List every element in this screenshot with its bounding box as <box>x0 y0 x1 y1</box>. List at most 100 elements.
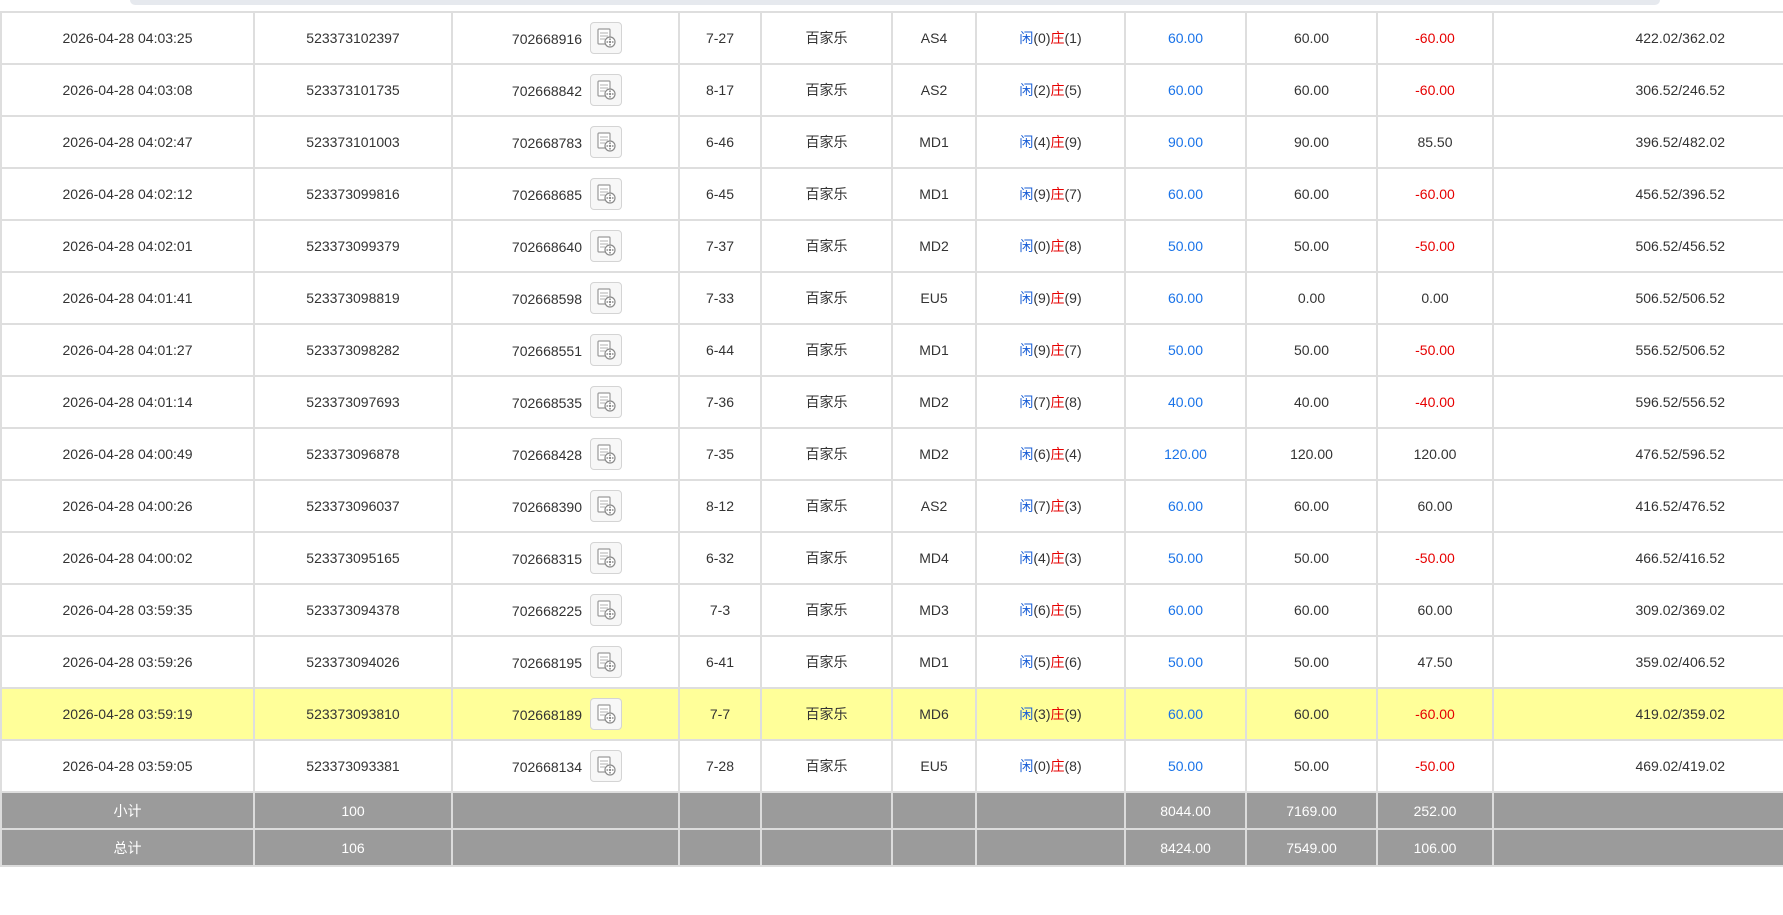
banker-value: (9) <box>1064 134 1082 150</box>
round-cell: 702668535 <box>451 375 680 429</box>
player-label: 闲 <box>1019 30 1034 46</box>
bet-id: 523373101003 <box>253 115 453 169</box>
banker-value: (4) <box>1064 446 1082 462</box>
banker-value: (8) <box>1064 394 1082 410</box>
bet-id: 523373096878 <box>253 427 453 481</box>
valid-bet: 60.00 <box>1245 687 1378 741</box>
video-replay-icon[interactable] <box>590 230 622 262</box>
shoe-number: 6-45 <box>678 167 762 221</box>
player-label: 闲 <box>1019 290 1034 306</box>
player-label: 闲 <box>1019 82 1034 98</box>
bet-id: 523373102397 <box>253 11 453 65</box>
balance-change: 506.52/506.52 <box>1492 271 1783 325</box>
video-replay-icon[interactable] <box>590 22 622 54</box>
banker-label: 庄 <box>1050 290 1065 306</box>
banker-label: 庄 <box>1050 654 1065 670</box>
round-cell: 702668551 <box>451 323 680 377</box>
total-valid: 7549.00 <box>1245 828 1378 867</box>
round-cell: 702668916 <box>451 11 680 65</box>
video-replay-icon[interactable] <box>590 594 622 626</box>
game-name: 百家乐 <box>760 219 893 273</box>
table-row: 2026-04-28 03:59:19 523373093810 702668189… <box>0 687 1783 741</box>
balance-change: 306.52/246.52 <box>1492 63 1783 117</box>
banker-value: (7) <box>1064 186 1082 202</box>
table-code: AS2 <box>891 63 977 117</box>
valid-bet: 90.00 <box>1245 115 1378 169</box>
bet-amount: 60.00 <box>1124 583 1247 637</box>
player-label: 闲 <box>1019 550 1034 566</box>
video-replay-icon[interactable] <box>590 178 622 210</box>
shoe-number: 6-46 <box>678 115 762 169</box>
horizontal-scrollbar[interactable] <box>130 0 1660 5</box>
video-replay-icon[interactable] <box>590 438 622 470</box>
table-row: 2026-04-28 04:01:14 523373097693 702668535… <box>0 375 1783 429</box>
game-result: 闲(9)庄(9) <box>975 271 1126 325</box>
video-replay-icon[interactable] <box>590 282 622 314</box>
round-cell: 702668225 <box>451 583 680 637</box>
shoe-number: 7-36 <box>678 375 762 429</box>
win-loss: -60.00 <box>1376 63 1494 117</box>
game-name: 百家乐 <box>760 583 893 637</box>
game-result: 闲(7)庄(8) <box>975 375 1126 429</box>
video-replay-icon[interactable] <box>590 126 622 158</box>
video-replay-icon[interactable] <box>590 698 622 730</box>
game-result: 闲(7)庄(3) <box>975 479 1126 533</box>
balance-change: 596.52/556.52 <box>1492 375 1783 429</box>
bet-amount: 60.00 <box>1124 167 1247 221</box>
video-replay-icon[interactable] <box>590 750 622 782</box>
game-result: 闲(9)庄(7) <box>975 323 1126 377</box>
banker-label: 庄 <box>1050 394 1065 410</box>
video-replay-icon[interactable] <box>590 646 622 678</box>
bet-amount: 50.00 <box>1124 323 1247 377</box>
bet-id: 523373097693 <box>253 375 453 429</box>
player-value: (9) <box>1033 186 1051 202</box>
bet-records-table: 2026-04-28 04:03:25 523373102397 702668916… <box>0 11 1783 867</box>
video-replay-icon[interactable] <box>590 386 622 418</box>
video-replay-icon[interactable] <box>590 74 622 106</box>
balance-change: 466.52/416.52 <box>1492 531 1783 585</box>
bet-time: 2026-04-28 04:01:27 <box>0 323 255 377</box>
game-name: 百家乐 <box>760 167 893 221</box>
bet-id: 523373094378 <box>253 583 453 637</box>
valid-bet: 40.00 <box>1245 375 1378 429</box>
game-result: 闲(4)庄(9) <box>975 115 1126 169</box>
table-row: 2026-04-28 04:01:41 523373098819 702668598… <box>0 271 1783 325</box>
round-id: 702668916 <box>511 30 582 47</box>
game-name: 百家乐 <box>760 739 893 793</box>
video-replay-icon[interactable] <box>590 542 622 574</box>
table-row: 2026-04-28 03:59:26 523373094026 702668195… <box>0 635 1783 689</box>
balance-change: 309.02/369.02 <box>1492 583 1783 637</box>
video-replay-icon[interactable] <box>590 334 622 366</box>
banker-value: (9) <box>1064 706 1082 722</box>
win-loss: -40.00 <box>1376 375 1494 429</box>
total-row: 总计 106 8424.00 7549.00 106.00 <box>0 828 1783 867</box>
player-label: 闲 <box>1019 394 1034 410</box>
player-label: 闲 <box>1019 446 1034 462</box>
round-id: 702668315 <box>511 550 582 567</box>
banker-label: 庄 <box>1050 706 1065 722</box>
total-label: 总计 <box>0 828 255 867</box>
shoe-number: 7-28 <box>678 739 762 793</box>
game-name: 百家乐 <box>760 479 893 533</box>
bet-time: 2026-04-28 04:03:25 <box>0 11 255 65</box>
table-row: 2026-04-28 04:03:08 523373101735 702668842… <box>0 63 1783 117</box>
table-code: MD1 <box>891 323 977 377</box>
player-value: (0) <box>1033 238 1051 254</box>
balance-change: 396.52/482.02 <box>1492 115 1783 169</box>
balance-change: 416.52/476.52 <box>1492 479 1783 533</box>
video-replay-icon[interactable] <box>590 490 622 522</box>
game-result: 闲(0)庄(1) <box>975 11 1126 65</box>
bet-time: 2026-04-28 04:00:26 <box>0 479 255 533</box>
game-name: 百家乐 <box>760 323 893 377</box>
bet-id: 523373099379 <box>253 219 453 273</box>
bet-time: 2026-04-28 04:00:02 <box>0 531 255 585</box>
bet-amount: 60.00 <box>1124 63 1247 117</box>
player-value: (9) <box>1033 342 1051 358</box>
valid-bet: 60.00 <box>1245 167 1378 221</box>
bet-time: 2026-04-28 04:03:08 <box>0 63 255 117</box>
bet-id: 523373096037 <box>253 479 453 533</box>
round-cell: 702668598 <box>451 271 680 325</box>
total-count: 106 <box>253 828 453 867</box>
table-row: 2026-04-28 04:00:49 523373096878 702668428… <box>0 427 1783 481</box>
balance-change: 506.52/456.52 <box>1492 219 1783 273</box>
